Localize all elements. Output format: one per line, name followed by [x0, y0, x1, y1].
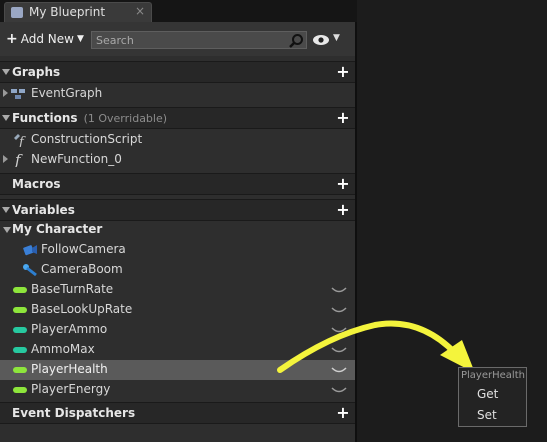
- menu-title: PlayerHealth: [461, 370, 525, 381]
- visibility-eye-icon[interactable]: [331, 283, 347, 297]
- function-label: ConstructionScript: [31, 132, 143, 146]
- event-graph-icon: [11, 89, 25, 99]
- add-variable-button[interactable]: +: [335, 202, 351, 218]
- section-graphs[interactable]: Graphs +: [0, 61, 355, 83]
- float-type-icon: [13, 287, 27, 293]
- section-title: Event Dispatchers: [12, 406, 136, 420]
- plus-icon: +: [6, 31, 18, 47]
- variable-category[interactable]: My Character: [0, 220, 355, 240]
- collapse-arrow-icon[interactable]: [2, 207, 10, 213]
- component-item-followcamera[interactable]: FollowCamera: [0, 240, 355, 260]
- add-macro-button[interactable]: +: [335, 176, 351, 192]
- visibility-eye-icon[interactable]: [331, 383, 347, 397]
- variable-item-ammomax[interactable]: AmmoMax: [0, 340, 355, 360]
- variable-label: PlayerHealth: [31, 362, 108, 376]
- variable-label: BaseTurnRate: [31, 282, 114, 296]
- collapse-arrow-icon[interactable]: [2, 69, 10, 75]
- camera-icon: [23, 245, 37, 256]
- category-label: My Character: [12, 222, 103, 236]
- expand-arrow-icon[interactable]: [3, 89, 8, 97]
- variable-item-baseturnrate[interactable]: BaseTurnRate: [0, 280, 355, 300]
- visibility-eye-icon[interactable]: [331, 363, 347, 377]
- visibility-eye-icon[interactable]: [331, 343, 347, 357]
- section-title: Graphs: [12, 65, 61, 79]
- add-graph-button[interactable]: +: [335, 64, 351, 80]
- chevron-down-icon: ▼: [76, 34, 84, 44]
- variable-label: BaseLookUpRate: [31, 302, 133, 316]
- svg-text:f: f: [18, 135, 26, 147]
- tab-my-blueprint[interactable]: My Blueprint ×: [4, 2, 152, 22]
- add-event-dispatcher-button[interactable]: +: [335, 405, 351, 421]
- section-event-dispatchers[interactable]: Event Dispatchers +: [0, 402, 355, 424]
- my-blueprint-panel: + Add New ▼ ▼ Graphs + EventGraph: [0, 22, 357, 442]
- view-options-chevron-icon[interactable]: ▼: [333, 33, 340, 43]
- float-type-icon: [13, 387, 27, 393]
- tab-bar: My Blueprint ×: [0, 0, 357, 22]
- search-input[interactable]: [96, 32, 281, 48]
- variable-item-playerammo[interactable]: PlayerAmmo: [0, 320, 355, 340]
- spring-arm-icon: [23, 264, 37, 277]
- section-title: Variables: [12, 203, 75, 217]
- close-icon[interactable]: ×: [135, 4, 145, 18]
- search-box[interactable]: [91, 31, 307, 49]
- variable-item-baselookuprate[interactable]: BaseLookUpRate: [0, 300, 355, 320]
- integer-type-icon: [13, 327, 27, 333]
- graph-label: EventGraph: [31, 86, 103, 100]
- svg-text:f: f: [14, 152, 23, 167]
- variable-label: PlayerEnergy: [31, 382, 111, 396]
- visibility-eye-icon[interactable]: [331, 303, 347, 317]
- section-title: Functions (1 Overridable): [12, 111, 168, 125]
- collapse-arrow-icon[interactable]: [2, 115, 10, 121]
- search-icon[interactable]: [288, 33, 304, 49]
- menu-item-set[interactable]: Set: [477, 408, 497, 422]
- eye-icon[interactable]: [312, 34, 330, 46]
- component-label: CameraBoom: [41, 262, 123, 276]
- function-label: NewFunction_0: [31, 152, 122, 166]
- toolbar: + Add New ▼ ▼: [0, 22, 355, 56]
- function-item-newfunction[interactable]: f NewFunction_0: [0, 150, 355, 170]
- menu-item-get[interactable]: Get: [477, 387, 498, 401]
- visibility-eye-icon[interactable]: [331, 323, 347, 337]
- expand-arrow-icon[interactable]: [3, 155, 8, 163]
- integer-type-icon: [13, 347, 27, 353]
- variable-item-playerhealth[interactable]: PlayerHealth: [0, 360, 355, 380]
- graph-item-eventgraph[interactable]: EventGraph: [0, 84, 355, 104]
- add-new-button[interactable]: + Add New ▼: [6, 30, 84, 48]
- construction-function-icon: f: [14, 134, 26, 147]
- section-variables[interactable]: Variables +: [0, 199, 355, 221]
- section-functions[interactable]: Functions (1 Overridable) +: [0, 107, 355, 129]
- overridable-count: (1 Overridable): [83, 112, 168, 125]
- component-label: FollowCamera: [41, 242, 126, 256]
- function-icon: f: [14, 152, 23, 167]
- variable-label: AmmoMax: [31, 342, 95, 356]
- float-type-icon: [13, 367, 27, 373]
- variable-label: PlayerAmmo: [31, 322, 108, 336]
- component-item-cameraboom[interactable]: CameraBoom: [0, 260, 355, 280]
- tab-title: My Blueprint: [29, 5, 106, 19]
- add-function-button[interactable]: +: [335, 110, 351, 126]
- blueprint-tab-icon: [11, 7, 23, 18]
- add-new-label: Add New: [20, 32, 74, 46]
- get-set-context-menu: PlayerHealth Get Set: [458, 367, 527, 427]
- variable-item-playerenergy[interactable]: PlayerEnergy: [0, 380, 355, 400]
- function-item-constructionscript[interactable]: f ConstructionScript: [0, 130, 355, 150]
- section-title: Macros: [12, 177, 61, 191]
- section-macros[interactable]: Macros +: [0, 173, 355, 195]
- float-type-icon: [13, 307, 27, 313]
- collapse-arrow-icon[interactable]: [3, 227, 11, 233]
